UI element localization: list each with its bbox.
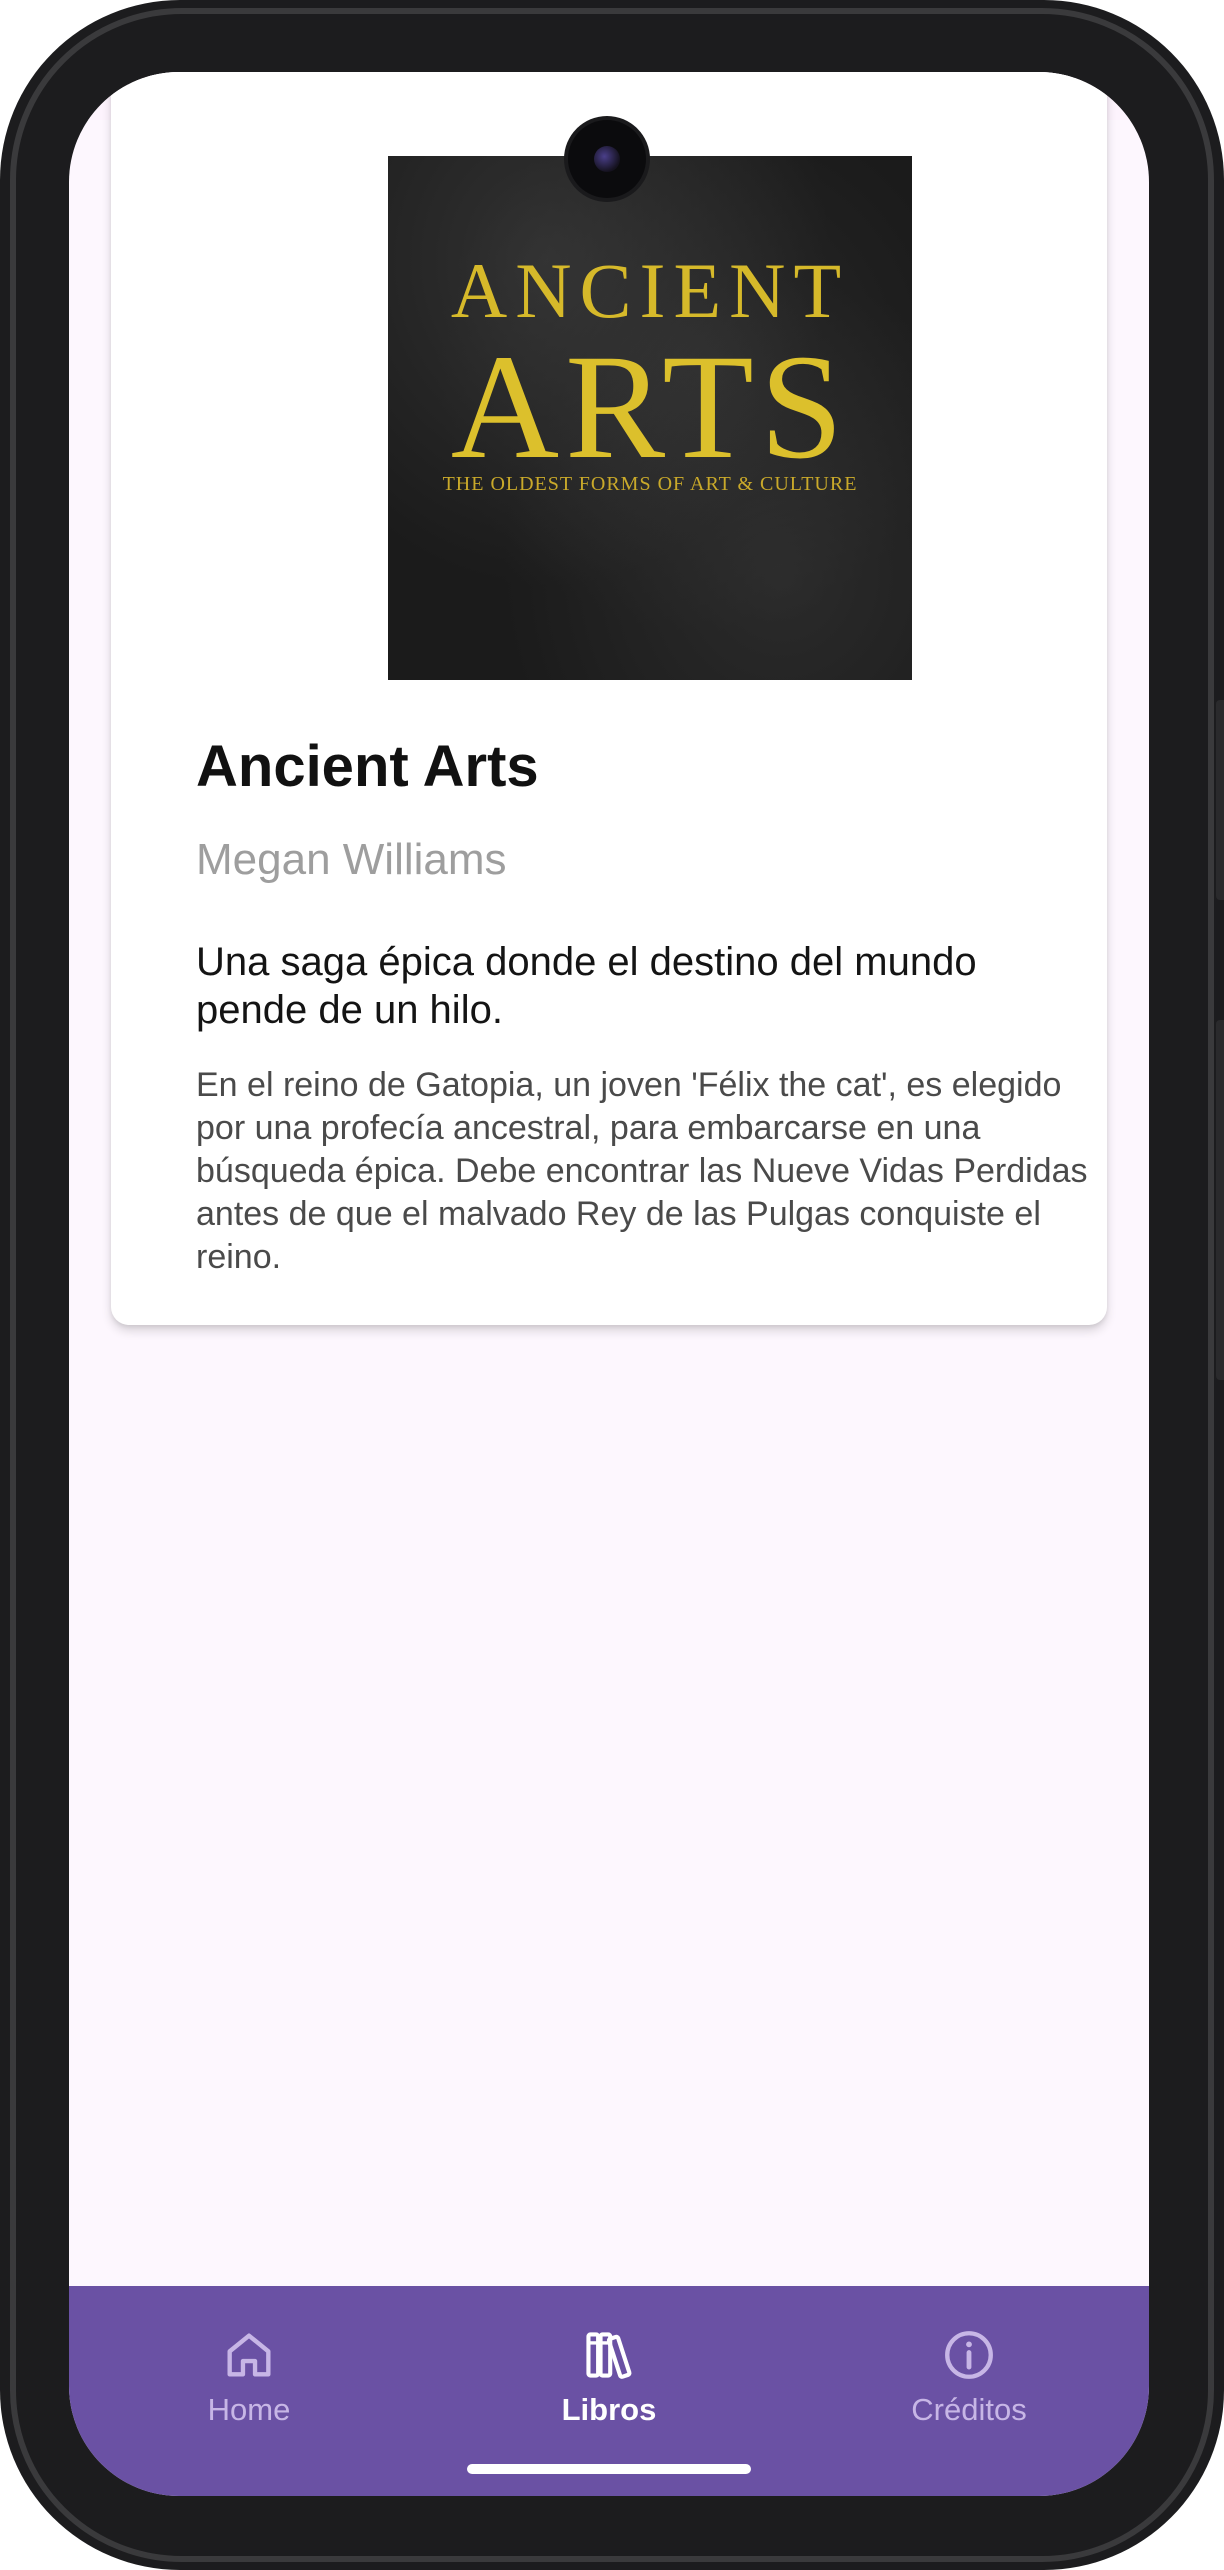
info-icon (945, 2331, 993, 2379)
cover-subtitle: THE OLDEST FORMS OF ART & CULTURE (442, 473, 858, 495)
home-icon (227, 2333, 271, 2377)
nav-label-creditos: Créditos (911, 2392, 1027, 2427)
nav-item-home[interactable]: Home (129, 2326, 369, 2436)
app-screen: ANCIENT ARTS THE OLDEST FORMS OF ART & C… (69, 72, 1149, 2496)
cover-title-line1: ANCIENT (450, 247, 850, 334)
home-indicator[interactable] (467, 2464, 751, 2474)
book-cover-image: ANCIENT ARTS THE OLDEST FORMS OF ART & C… (388, 156, 912, 680)
nav-label-libros: Libros (561, 2392, 657, 2427)
nav-item-libros[interactable]: Libros (489, 2326, 729, 2436)
book-title: Ancient Arts (196, 734, 539, 799)
nav-label-home: Home (207, 2392, 291, 2427)
front-camera (568, 120, 646, 198)
book-tagline: Una saga épica donde el destino del mund… (196, 940, 977, 1032)
book-author: Megan Williams (196, 835, 507, 884)
camera-lens (594, 146, 620, 172)
nav-item-creditos[interactable]: Créditos (849, 2326, 1089, 2436)
volume-button (1216, 1020, 1224, 1380)
book-description: En el reino de Gatopia, un joven 'Félix … (196, 1066, 1088, 1276)
power-button (1216, 700, 1224, 900)
phone-frame: ANCIENT ARTS THE OLDEST FORMS OF ART & C… (0, 0, 1224, 2570)
book-detail-card: ANCIENT ARTS THE OLDEST FORMS OF ART & C… (111, 72, 1107, 1325)
books-icon (586, 2332, 632, 2379)
cover-title-line2: ARTS (450, 324, 850, 490)
